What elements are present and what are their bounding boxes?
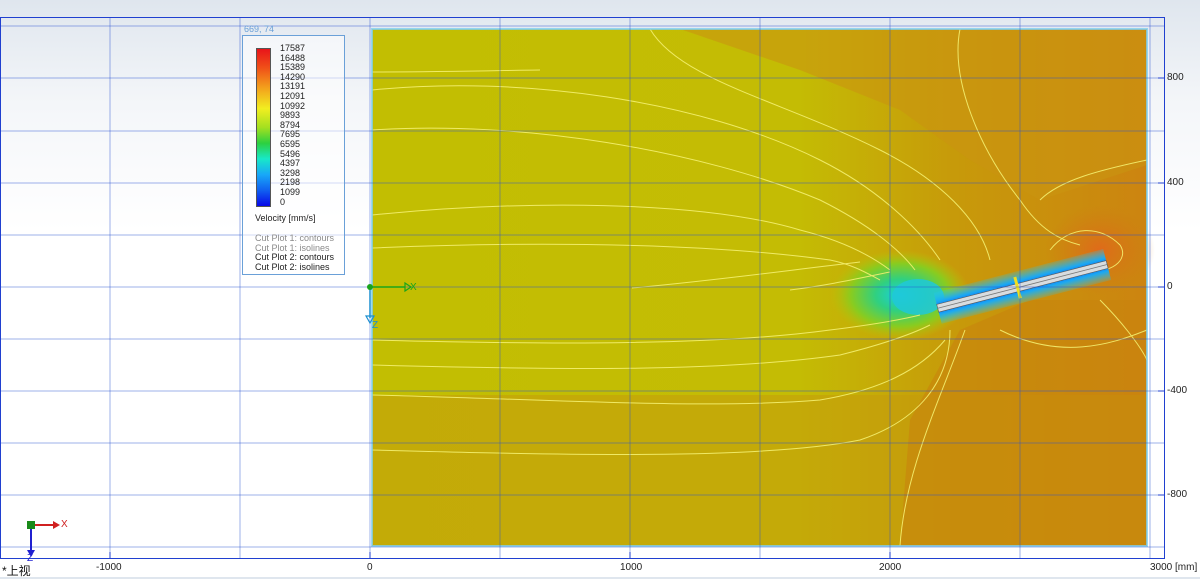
legend-plot-list: Cut Plot 1: contours Cut Plot 1: isolines… [255, 233, 334, 273]
legend-values: 17587 16488 15389 14290 13191 12091 10992 9893 8… [280, 43, 305, 207]
triad-x-label: X [61, 519, 68, 530]
y-axis-tick-label: 400 [1167, 177, 1184, 188]
coordinate-triad-icon [27, 521, 60, 557]
origin-x-label: X [410, 282, 417, 293]
x-axis-tick-label: 2000 [879, 562, 902, 573]
view-name: *上视 [2, 564, 31, 578]
color-legend[interactable]: 17587 16488 15389 14290 13191 12091 10992 9893 8… [242, 35, 345, 275]
y-axis-tick-label: -800 [1167, 489, 1188, 500]
graphics-viewport[interactable]: 669, 74 17587 16488 15389 14290 13191 12091 10… [0, 0, 1200, 578]
y-axis-tick-label: 0 [1167, 281, 1173, 292]
legend-value: 0 [280, 196, 286, 207]
cut-plot-scene [0, 17, 1165, 559]
x-axis-tick-label: 0 [367, 562, 373, 573]
x-axis-tick-label: -1000 [96, 562, 122, 573]
legend-quantity: Velocity [mm/s] [255, 213, 316, 223]
y-axis-tick-label: 800 [1167, 72, 1184, 83]
x-unit-label: 3000 [mm] [1150, 562, 1198, 573]
origin-z-label: Z [372, 320, 379, 331]
cursor-readout: 669, 74 [244, 24, 275, 34]
y-axis-tick-label: -400 [1167, 385, 1188, 396]
color-scale-bar [256, 48, 271, 207]
x-axis-tick-label: 1000 [620, 562, 643, 573]
legend-plot-item[interactable]: Cut Plot 2: isolines [255, 262, 334, 273]
